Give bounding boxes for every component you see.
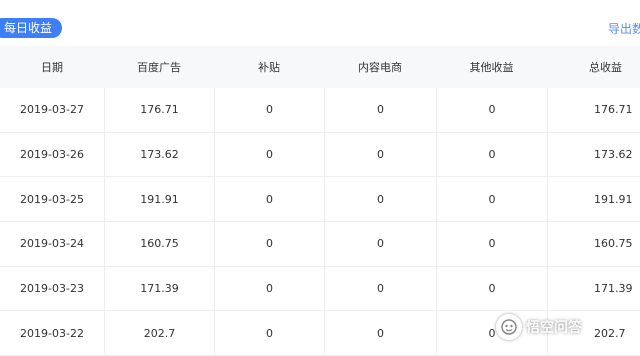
date-cell: 2019-03-23 <box>20 282 84 296</box>
total-earnings-cell: 160.75 <box>547 222 640 266</box>
subsidy-cell: 0 <box>214 177 324 222</box>
date-cell: 2019-03-26 <box>20 148 84 162</box>
total-earnings-cell: 191.91 <box>547 177 640 222</box>
table-row: 2019-03-25 191.91 0 0 0 191.91 <box>0 177 640 223</box>
column-header-baidu-ads: 百度广告 <box>137 61 181 74</box>
baidu-ads-cell: 191.91 <box>104 177 214 222</box>
table-row: 2019-03-26 173.62 0 0 0 173.62 <box>0 132 640 178</box>
content-ecommerce-cell: 0 <box>324 132 436 177</box>
date-cell: 2019-03-25 <box>20 192 84 206</box>
content-ecommerce-cell: 0 <box>324 222 436 266</box>
earnings-table: 日期 百度广告 补贴 内容电商 其他收益 总收益 2019-03-27 176.7… <box>0 46 640 356</box>
baidu-ads-cell: 176.71 <box>104 88 214 132</box>
date-cell: 2019-03-27 <box>20 103 84 117</box>
baidu-ads-cell: 160.75 <box>104 222 214 266</box>
total-earnings-cell: 173.62 <box>547 132 640 177</box>
table-row: 2019-03-27 176.71 0 0 0 176.71 <box>0 88 640 133</box>
content-ecommerce-cell: 0 <box>324 266 436 311</box>
baidu-ads-cell: 171.39 <box>104 266 214 311</box>
content-ecommerce-cell: 0 <box>324 311 436 356</box>
other-earnings-cell: 0 <box>436 266 547 311</box>
column-header-subsidy: 补贴 <box>258 61 280 74</box>
watermark: 悟空问答 <box>496 314 582 340</box>
wukong-logo-icon <box>496 314 522 340</box>
export-data-link[interactable]: 导出数 <box>608 20 640 37</box>
content-ecommerce-cell: 0 <box>324 88 436 132</box>
column-header-date: 日期 <box>41 61 63 74</box>
total-earnings-cell: 176.71 <box>547 88 640 132</box>
total-earnings-cell: 171.39 <box>547 266 640 311</box>
baidu-ads-cell: 202.7 <box>104 311 214 356</box>
date-cell: 2019-03-22 <box>20 326 84 340</box>
table-row: 2019-03-23 171.39 0 0 0 171.39 <box>0 266 640 312</box>
watermark-text: 悟空问答 <box>526 320 582 336</box>
subsidy-cell: 0 <box>214 132 324 177</box>
other-earnings-cell: 0 <box>436 222 547 266</box>
daily-earnings-tab[interactable]: 每日收益 <box>0 18 63 38</box>
column-header-other-earnings: 其他收益 <box>469 61 514 74</box>
subsidy-cell: 0 <box>214 311 324 356</box>
other-earnings-cell: 0 <box>436 132 547 177</box>
subsidy-cell: 0 <box>214 222 324 266</box>
other-earnings-cell: 0 <box>436 177 547 222</box>
date-cell: 2019-03-24 <box>20 237 84 251</box>
baidu-ads-cell: 173.62 <box>104 132 214 177</box>
column-header-total-earnings: 总收益 <box>589 61 622 74</box>
table-header-row: 日期 百度广告 补贴 内容电商 其他收益 总收益 <box>0 46 640 88</box>
other-earnings-cell: 0 <box>436 88 547 132</box>
table-row: 2019-03-24 160.75 0 0 0 160.75 <box>0 222 640 267</box>
column-header-content-ecommerce: 内容电商 <box>358 61 402 74</box>
content-ecommerce-cell: 0 <box>324 177 436 222</box>
subsidy-cell: 0 <box>214 266 324 311</box>
subsidy-cell: 0 <box>214 88 324 132</box>
